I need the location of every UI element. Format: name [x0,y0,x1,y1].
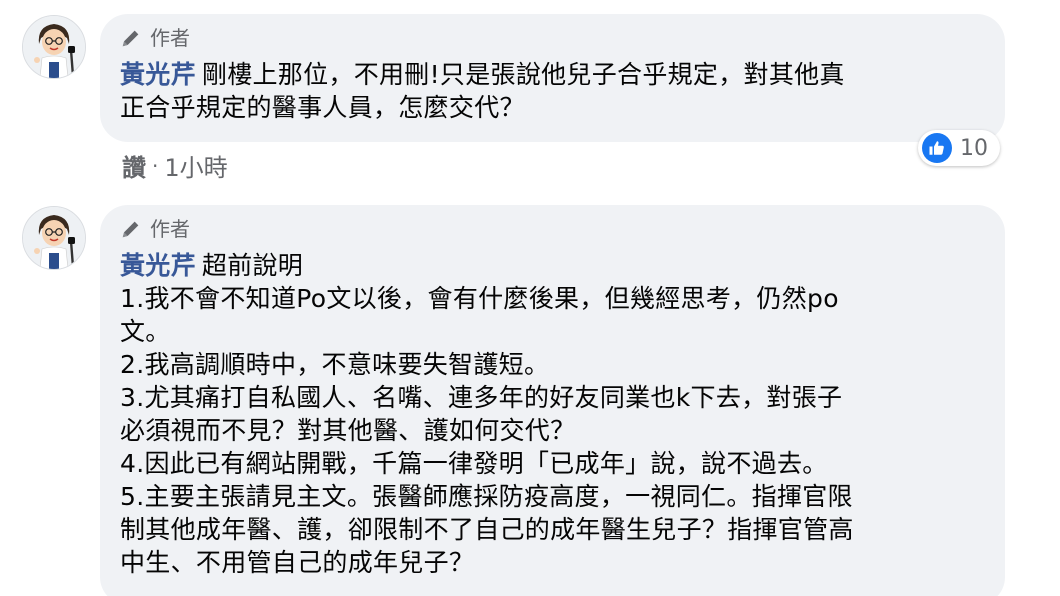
avatar[interactable] [22,206,86,270]
comment-line: 4.因此已有網站開戰，千篇一律發明「已成年」說，說不過去。 [120,447,985,480]
comment-line: 黃光芹 超前說明 [120,249,985,282]
reaction-summary-button[interactable]: 10 [918,130,1000,166]
avatar-cartoon-icon [23,207,85,269]
comment-line: 中生、不用管自己的成年兒子？ [120,546,985,579]
comment-text: 1.我不會不知道Po文以後，會有什麼後果，但幾經思考，仍然po [120,284,839,313]
comment-line: 正合乎規定的醫事人員，怎麼交代？ [120,91,985,124]
comment-text: 中生、不用管自己的成年兒子？ [120,548,475,577]
comment-actions: 讚 · 1小時 [122,148,228,183]
pencil-icon [120,218,142,240]
timestamp-link[interactable]: 1小時 [164,148,227,183]
comment-text: 4.因此已有網站開戰，千篇一律發明「已成年」說，說不過去。 [120,449,828,478]
comment-text: 超前說明 [201,251,304,280]
comment-line: 文。 [120,315,985,348]
comment-text: 必須視而不見？對其他醫、護如何交代？ [120,416,576,445]
reaction-count: 10 [960,135,988,161]
author-name-link[interactable]: 黃光芹 [120,251,196,280]
separator-dot: · [152,153,159,178]
pencil-icon [120,27,142,49]
comment-text: 正合乎規定的醫事人員，怎麼交代？ [120,93,525,122]
author-badge: 作者 [120,24,985,52]
comment-bubble: 作者 黃光芹 超前說明 1.我不會不知道Po文以後，會有什麼後果，但幾經思考，仍然… [100,205,1005,596]
comment-line: 黃光芹 剛樓上那位，不用刪!只是張說他兒子合乎規定，對其他真 [120,58,985,91]
comment-text: 5.主要主張請見主文。張醫師應採防疫高度，一視同仁。指揮官限 [120,482,853,511]
comment-line: 必須視而不見？對其他醫、護如何交代？ [120,414,985,447]
comment-line: 5.主要主張請見主文。張醫師應採防疫高度，一視同仁。指揮官限 [120,480,985,513]
avatar[interactable] [22,15,86,79]
like-action-link[interactable]: 讚 [122,148,146,183]
author-badge-label: 作者 [150,217,190,241]
comment-text: 剛樓上那位，不用刪!只是張說他兒子合乎規定，對其他真 [201,60,845,89]
comment-bubble: 作者 黃光芹 剛樓上那位，不用刪!只是張說他兒子合乎規定，對其他真 正合乎規定的醫… [100,14,1005,142]
comment-line: 1.我不會不知道Po文以後，會有什麼後果，但幾經思考，仍然po [120,282,985,315]
comment-line: 制其他成年醫、護，卻限制不了自己的成年醫生兒子？指揮官管高 [120,513,985,546]
comment-text: 制其他成年醫、護，卻限制不了自己的成年醫生兒子？指揮官管高 [120,515,854,544]
like-icon [922,133,952,163]
author-badge-label: 作者 [150,26,190,50]
comment-text: 3.尤其痛打自私國人、名嘴、連多年的好友同業也k下去，對張子 [120,383,843,412]
comment-text: 2.我高調順時中，不意味要失智護短。 [120,350,550,379]
comment-text: 文。 [120,317,171,346]
author-name-link[interactable]: 黃光芹 [120,60,196,89]
comment-thread: 作者 黃光芹 剛樓上那位，不用刪!只是張說他兒子合乎規定，對其他真 正合乎規定的醫… [0,0,1060,596]
avatar-cartoon-icon [23,16,85,78]
comment-line: 2.我高調順時中，不意味要失智護短。 [120,348,985,381]
comment-line: 3.尤其痛打自私國人、名嘴、連多年的好友同業也k下去，對張子 [120,381,985,414]
author-badge: 作者 [120,215,985,243]
